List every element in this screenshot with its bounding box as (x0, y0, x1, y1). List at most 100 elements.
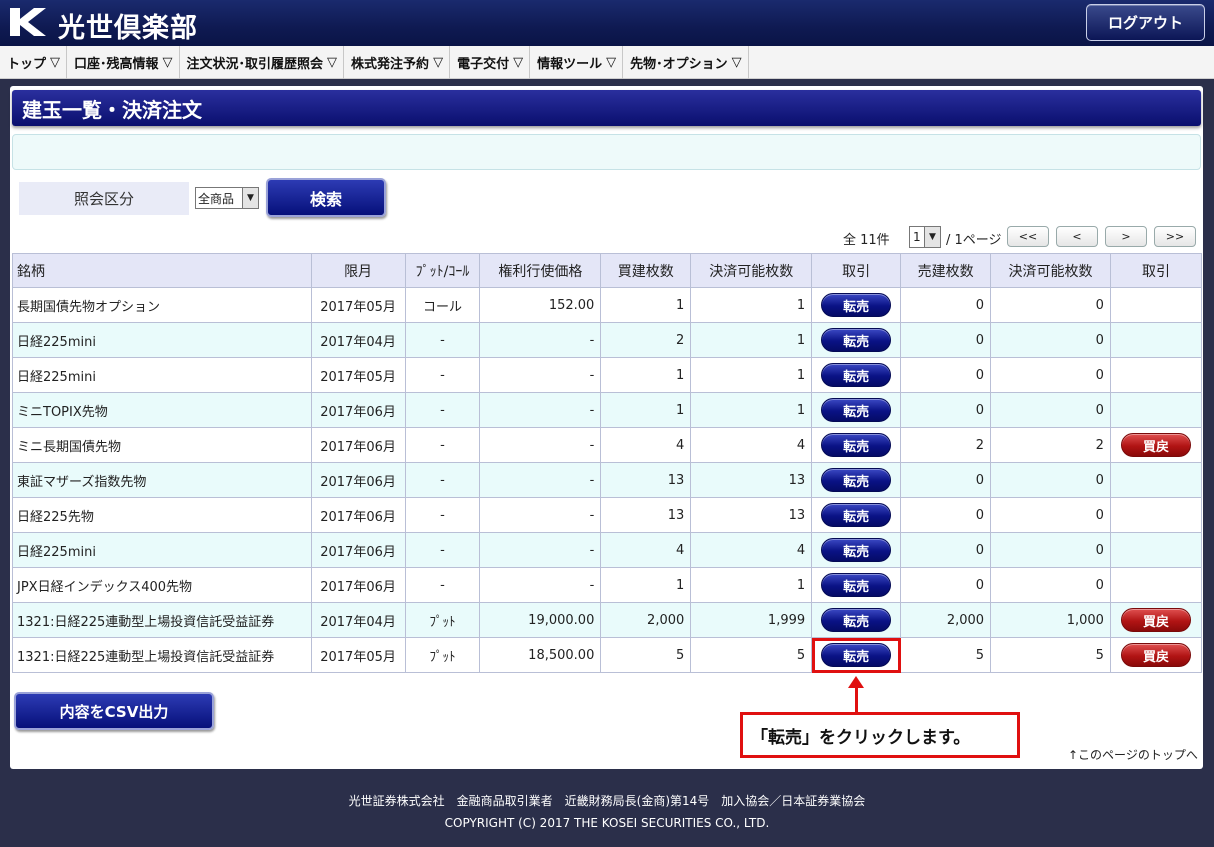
put-call-cell: - (404, 462, 481, 498)
put-call-cell: ﾌﾟｯﾄ (404, 637, 481, 673)
buyback-button[interactable]: 買戻 (1120, 433, 1191, 457)
nav-item-reservation[interactable]: 株式発注予約 ▽ (344, 46, 451, 79)
instrument-cell: 1321:日経225連動型上場投資信託受益証券 (12, 602, 312, 638)
buyback-button[interactable]: 買戻 (1120, 608, 1191, 632)
buyback-action-cell (1109, 322, 1203, 358)
sell-action-cell: 転売 (811, 532, 902, 568)
filter-select[interactable]: 全商品 ▼ (195, 187, 259, 209)
sell-action-cell: 転売 (811, 392, 902, 428)
prev-page-button[interactable]: < (1056, 226, 1098, 247)
month-cell: 2017年06月 (310, 532, 406, 568)
column-header: 権利行使価格 (479, 253, 602, 288)
buyback-action-cell (1109, 287, 1203, 323)
month-cell: 2017年04月 (310, 602, 406, 638)
column-header: 買建枚数 (600, 253, 692, 288)
nav-item-orders[interactable]: 注文状況･取引履歴照会 ▽ (180, 46, 345, 79)
positions-table: 銘柄 限月 ﾌﾟｯﾄ/ｺｰﾙ 権利行使価格 買建枚数 決済可能枚数 取引 売建枚… (12, 253, 1203, 673)
search-button[interactable]: 検索 (266, 178, 386, 217)
resell-button[interactable]: 転売 (821, 363, 892, 387)
sell-qty-cell: 0 (900, 357, 992, 393)
buy-qty-cell: 13 (600, 462, 692, 498)
sell-avail-cell: 0 (990, 462, 1111, 498)
page-select[interactable]: 1 ▼ (909, 226, 941, 248)
resell-button[interactable]: 転売 (821, 293, 892, 317)
buy-qty-cell: 5 (600, 637, 692, 673)
resell-button[interactable]: 転売 (821, 573, 892, 597)
next-page-button[interactable]: > (1105, 226, 1147, 247)
filter-label: 照会区分 (19, 182, 189, 215)
month-cell: 2017年06月 (310, 567, 406, 603)
month-cell: 2017年06月 (310, 497, 406, 533)
filter-select-value: 全商品 (198, 191, 235, 206)
page-top-link[interactable]: ↑このページのトップへ (1068, 746, 1198, 763)
logout-button[interactable]: ログアウト (1086, 4, 1205, 41)
sell-qty-cell: 5 (900, 637, 992, 673)
buy-avail-cell: 5 (690, 637, 813, 673)
column-header: 取引 (811, 253, 902, 288)
resell-button[interactable]: 転売 (821, 643, 892, 667)
instrument-cell: JPX日経インデックス400先物 (12, 567, 312, 603)
resell-button[interactable]: 転売 (821, 608, 892, 632)
buy-qty-cell: 13 (600, 497, 692, 533)
put-call-cell: - (404, 357, 481, 393)
buy-avail-cell: 1,999 (690, 602, 813, 638)
buyback-button[interactable]: 買戻 (1120, 643, 1191, 667)
resell-button[interactable]: 転売 (821, 328, 892, 352)
strike-cell: - (479, 497, 602, 533)
sell-avail-cell: 0 (990, 567, 1111, 603)
instrument-cell: 長期国債先物オプション (12, 287, 312, 323)
instrument-cell: 1321:日経225連動型上場投資信託受益証券 (12, 637, 312, 673)
last-page-button[interactable]: >> (1154, 226, 1196, 247)
buy-avail-cell: 13 (690, 462, 813, 498)
nav-item-futures[interactable]: 先物･オプション ▽ (623, 46, 749, 79)
buyback-action-cell (1109, 462, 1203, 498)
buyback-action-cell: 買戻 (1109, 602, 1203, 638)
sell-action-cell: 転売 (811, 287, 902, 323)
table-body: 長期国債先物オプション 2017年05月 コール 152.00 1 1 転売 0 0 日経225m… (12, 287, 1203, 673)
sell-qty-cell: 0 (900, 392, 992, 428)
header: 光世倶楽部 ログアウト (0, 0, 1214, 46)
buy-avail-cell: 1 (690, 287, 813, 323)
chevron-down-icon: ▼ (242, 188, 258, 208)
sell-avail-cell: 2 (990, 427, 1111, 463)
nav-item-top[interactable]: トップ ▽ (0, 46, 68, 79)
month-cell: 2017年06月 (310, 427, 406, 463)
table-row: 1321:日経225連動型上場投資信託受益証券 2017年05月 ﾌﾟｯﾄ 18,50… (12, 637, 1203, 673)
buy-avail-cell: 4 (690, 532, 813, 568)
strike-cell: - (479, 427, 602, 463)
footer-copyright: COPYRIGHT (C) 2017 THE KOSEI SECURITIES … (444, 816, 770, 830)
first-page-button[interactable]: << (1007, 226, 1049, 247)
buy-avail-cell: 1 (690, 567, 813, 603)
month-cell: 2017年05月 (310, 287, 406, 323)
resell-button[interactable]: 転売 (821, 468, 892, 492)
sell-qty-cell: 2,000 (900, 602, 992, 638)
buy-avail-cell: 1 (690, 392, 813, 428)
buy-qty-cell: 1 (600, 357, 692, 393)
resell-button[interactable]: 転売 (821, 398, 892, 422)
resell-button[interactable]: 転売 (821, 433, 892, 457)
csv-export-button[interactable]: 内容をCSV出力 (14, 692, 214, 730)
buy-avail-cell: 1 (690, 322, 813, 358)
buy-qty-cell: 2,000 (600, 602, 692, 638)
table-row: ミニTOPIX先物 2017年06月 - -1 1 転売 0 0 (12, 392, 1203, 428)
buyback-action-cell (1109, 567, 1203, 603)
resell-button[interactable]: 転売 (821, 538, 892, 562)
buy-qty-cell: 1 (600, 287, 692, 323)
sell-avail-cell: 0 (990, 392, 1111, 428)
sell-action-cell: 転売 (811, 357, 902, 393)
buy-qty-cell: 2 (600, 322, 692, 358)
sell-avail-cell: 0 (990, 322, 1111, 358)
nav-item-edelivery[interactable]: 電子交付 ▽ (450, 46, 531, 79)
page-select-value: 1 (913, 230, 921, 244)
column-header: 売建枚数 (900, 253, 992, 288)
strike-cell: 19,000.00 (479, 602, 602, 638)
buy-qty-cell: 1 (600, 567, 692, 603)
put-call-cell: コール (404, 287, 481, 323)
nav-item-account[interactable]: 口座･残高情報 ▽ (67, 46, 180, 79)
resell-button[interactable]: 転売 (821, 503, 892, 527)
chevron-down-icon: ▽ (327, 55, 338, 70)
buyback-action-cell (1109, 532, 1203, 568)
instrument-cell: ミニ長期国債先物 (12, 427, 312, 463)
nav-item-tools[interactable]: 情報ツール ▽ (530, 46, 624, 79)
strike-cell: - (479, 357, 602, 393)
